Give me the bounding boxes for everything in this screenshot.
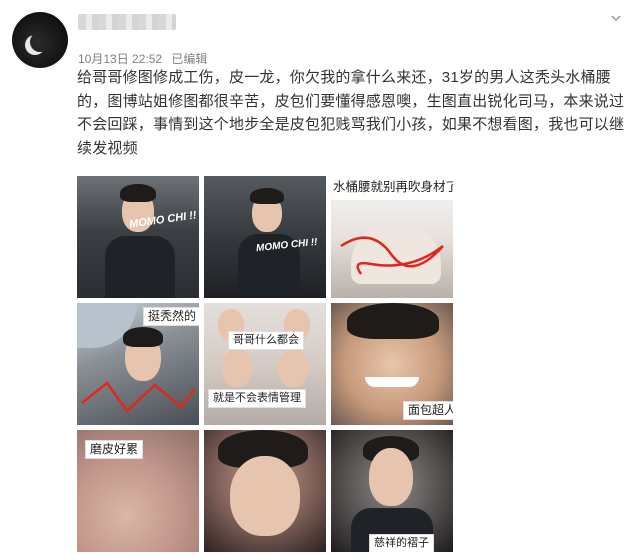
grid-image-9[interactable]: 慈祥的褶子: [331, 430, 453, 552]
post-body: 给哥哥修图修成工伤，皮一龙，你欠我的拿什么来还，31岁的男人这秃头水桶腰的，图博…: [77, 69, 625, 157]
grid-image-5[interactable]: 哥哥什么都会 就是不会表情管理: [204, 303, 326, 425]
grid-image-3[interactable]: 水桶腰就别再吹身材了: [331, 176, 453, 298]
edited-label: 已编辑: [171, 52, 208, 66]
image-caption-bottom: 就是不会表情管理: [208, 389, 306, 408]
figure-hair: [120, 184, 156, 202]
red-scribble: [340, 236, 444, 275]
smile: [365, 377, 419, 387]
image-grid: MOMO CHI !! MOMO CHI !! 水桶腰就别再吹身材了 挺秃然的 …: [77, 176, 453, 553]
image-caption: 磨皮好累: [85, 440, 144, 459]
image-caption-top: 哥哥什么都会: [228, 331, 304, 350]
image-caption: 面包超人: [403, 401, 453, 420]
figure-hair: [347, 303, 439, 339]
figure-hair: [250, 188, 284, 204]
user-avatar[interactable]: [12, 12, 68, 68]
grid-image-6[interactable]: 面包超人: [331, 303, 453, 425]
figure-face: [230, 456, 300, 536]
image-caption: 慈祥的褶子: [369, 534, 434, 552]
figure-face: [369, 448, 413, 506]
username-blurred[interactable]: [78, 14, 176, 30]
grid-image-8[interactable]: [204, 430, 326, 552]
figure-suit: [105, 236, 175, 298]
figure-face: [278, 349, 308, 387]
grid-image-4[interactable]: 挺秃然的: [77, 303, 199, 425]
red-scribble: [81, 381, 196, 413]
grid-image-2[interactable]: MOMO CHI !!: [204, 176, 326, 298]
moon-icon: [30, 32, 50, 52]
grid-image-7[interactable]: 磨皮好累: [77, 430, 199, 552]
post-meta: 10月13日 22:52 已编辑: [78, 50, 213, 67]
figure-face: [222, 349, 252, 387]
post-timestamp[interactable]: 10月13日 22:52: [78, 52, 162, 66]
grid-image-1[interactable]: MOMO CHI !!: [77, 176, 199, 298]
chevron-down-icon[interactable]: [610, 12, 622, 24]
